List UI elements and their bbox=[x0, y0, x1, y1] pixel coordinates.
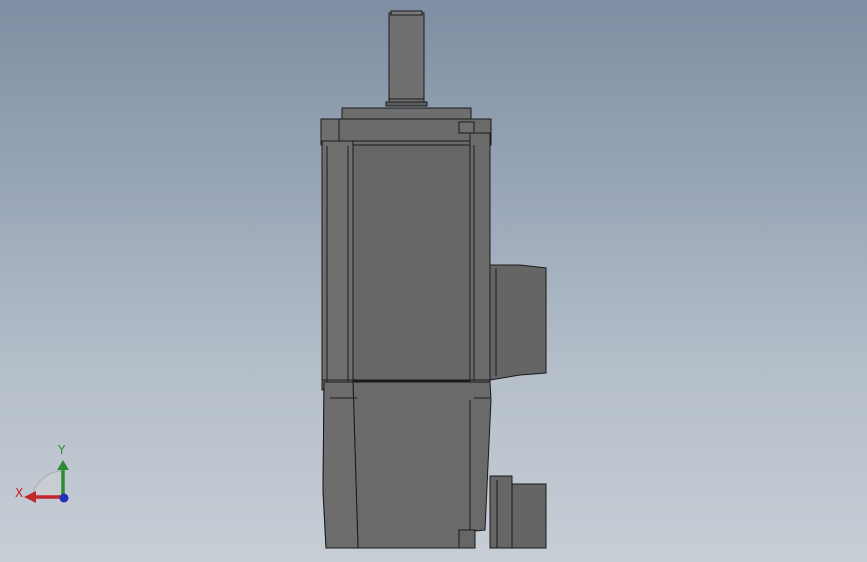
x-axis-label: X bbox=[15, 486, 24, 500]
encoder-connector[interactable] bbox=[489, 475, 513, 549]
graphics-viewport[interactable]: X Y bbox=[0, 0, 867, 562]
power-connector[interactable] bbox=[489, 264, 547, 381]
orientation-triad: X Y bbox=[12, 440, 76, 510]
shaft-collar bbox=[385, 101, 428, 107]
flange-pilot bbox=[341, 107, 472, 121]
y-axis-label: Y bbox=[58, 443, 66, 457]
motor-model[interactable] bbox=[0, 0, 867, 562]
motor-shaft[interactable] bbox=[388, 12, 425, 104]
shaft-tip bbox=[390, 10, 423, 16]
